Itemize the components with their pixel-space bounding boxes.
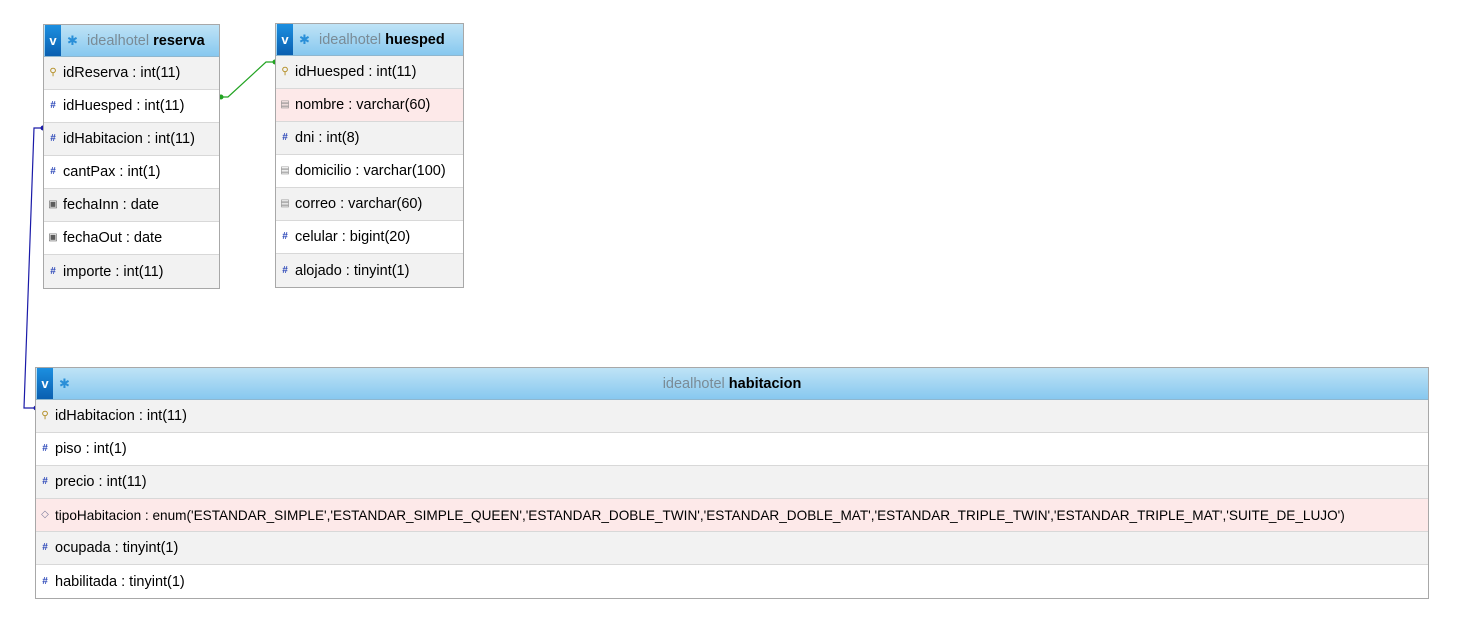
field-row[interactable]: # cantPax : int(1) bbox=[44, 156, 219, 189]
field-row[interactable]: ◇ tipoHabitacion : enum('ESTANDAR_SIMPLE'… bbox=[36, 499, 1428, 532]
field-label: correo : varchar(60) bbox=[295, 196, 423, 212]
field-row[interactable]: ▣ fechaOut : date bbox=[44, 222, 219, 255]
field-row[interactable]: # dni : int(8) bbox=[276, 122, 463, 155]
field-label: alojado : tinyint(1) bbox=[295, 262, 410, 279]
gear-icon[interactable]: ✱ bbox=[298, 32, 311, 48]
field-row[interactable]: # importe : int(11) bbox=[44, 255, 219, 288]
field-label: dni : int(8) bbox=[295, 130, 360, 146]
hash-icon: # bbox=[50, 166, 56, 177]
hash-icon: # bbox=[42, 542, 48, 553]
table-name: reserva bbox=[153, 32, 205, 49]
hash-icon: # bbox=[282, 264, 288, 276]
field-row[interactable]: ⚲ idHuesped : int(11) bbox=[276, 56, 463, 89]
database-name: idealhotel bbox=[662, 375, 725, 392]
hash-icon: # bbox=[42, 476, 48, 487]
date-icon: ▣ bbox=[48, 232, 58, 243]
relation-line-habitacion bbox=[23, 127, 44, 409]
field-row[interactable]: # ocupada : tinyint(1) bbox=[36, 532, 1428, 565]
field-label: tipoHabitacion : enum('ESTANDAR_SIMPLE',… bbox=[55, 507, 1345, 523]
field-label: importe : int(11) bbox=[63, 263, 164, 280]
table-name: habitacion bbox=[728, 375, 802, 392]
hash-icon: # bbox=[42, 443, 48, 454]
field-row[interactable]: ⚲ idHabitacion : int(11) bbox=[36, 400, 1428, 433]
field-label: ocupada : tinyint(1) bbox=[55, 540, 179, 556]
field-row[interactable]: # idHabitacion : int(11) bbox=[44, 123, 219, 156]
field-row[interactable]: ▤ nombre : varchar(60) bbox=[276, 89, 463, 122]
field-label: habilitada : tinyint(1) bbox=[55, 573, 185, 590]
field-label: piso : int(1) bbox=[55, 441, 127, 457]
text-icon: ▤ bbox=[280, 165, 290, 176]
hash-icon: # bbox=[282, 132, 288, 143]
collapse-button[interactable]: v bbox=[277, 24, 293, 55]
field-row[interactable]: # idHuesped : int(11) bbox=[44, 90, 219, 123]
field-row[interactable]: # habilitada : tinyint(1) bbox=[36, 565, 1428, 598]
field-row[interactable]: # alojado : tinyint(1) bbox=[276, 254, 463, 287]
field-label: idReserva : int(11) bbox=[63, 65, 181, 81]
field-row[interactable]: ▤ correo : varchar(60) bbox=[276, 188, 463, 221]
key-icon: ⚲ bbox=[281, 66, 289, 77]
hash-icon: # bbox=[50, 100, 56, 111]
text-icon: ▤ bbox=[280, 198, 290, 209]
table-title: idealhotel huesped bbox=[319, 32, 445, 48]
table-header[interactable]: v ✱ idealhotel habitacion bbox=[36, 368, 1428, 400]
table-header[interactable]: v ✱ idealhotel reserva bbox=[44, 25, 219, 57]
field-label: fechaOut : date bbox=[63, 230, 163, 246]
field-label: cantPax : int(1) bbox=[63, 164, 161, 180]
table-header[interactable]: v ✱ idealhotel huesped bbox=[276, 24, 463, 56]
field-label: nombre : varchar(60) bbox=[295, 97, 431, 113]
field-label: domicilio : varchar(100) bbox=[295, 163, 446, 179]
hash-icon: # bbox=[50, 265, 56, 277]
field-row[interactable]: ⚲ idReserva : int(11) bbox=[44, 57, 219, 90]
key-icon: ⚲ bbox=[41, 410, 49, 421]
key-icon: ⚲ bbox=[49, 67, 57, 78]
table-huesped[interactable]: v ✱ idealhotel huesped ⚲ idHuesped : int(… bbox=[275, 23, 464, 288]
field-label: fechaInn : date bbox=[63, 197, 159, 213]
hash-icon: # bbox=[42, 575, 48, 587]
field-row[interactable]: ▤ domicilio : varchar(100) bbox=[276, 155, 463, 188]
table-title: idealhotel reserva bbox=[87, 33, 205, 49]
hash-icon: # bbox=[50, 133, 56, 144]
hash-icon: # bbox=[282, 231, 288, 242]
table-habitacion[interactable]: v ✱ idealhotel habitacion ⚲ idHabitacion … bbox=[35, 367, 1429, 599]
field-label: idHabitacion : int(11) bbox=[55, 408, 187, 424]
gear-icon[interactable]: ✱ bbox=[66, 33, 79, 49]
database-name: idealhotel bbox=[87, 32, 150, 49]
table-name: huesped bbox=[385, 31, 445, 48]
field-label: precio : int(11) bbox=[55, 474, 147, 490]
field-row[interactable]: # celular : bigint(20) bbox=[276, 221, 463, 254]
field-row[interactable]: ▣ fechaInn : date bbox=[44, 189, 219, 222]
field-row[interactable]: # piso : int(1) bbox=[36, 433, 1428, 466]
enum-icon: ◇ bbox=[41, 509, 49, 520]
field-label: idHuesped : int(11) bbox=[63, 98, 185, 114]
database-name: idealhotel bbox=[319, 31, 382, 48]
text-icon: ▤ bbox=[280, 99, 290, 110]
table-reserva[interactable]: v ✱ idealhotel reserva ⚲ idReserva : int(… bbox=[43, 24, 220, 289]
field-label: idHabitacion : int(11) bbox=[63, 131, 195, 147]
relation-line-huesped bbox=[219, 61, 276, 98]
date-icon: ▣ bbox=[48, 199, 58, 210]
field-label: celular : bigint(20) bbox=[295, 229, 411, 245]
field-label: idHuesped : int(11) bbox=[295, 64, 417, 80]
table-title: idealhotel habitacion bbox=[36, 376, 1428, 392]
collapse-button[interactable]: v bbox=[45, 25, 61, 56]
field-row[interactable]: # precio : int(11) bbox=[36, 466, 1428, 499]
